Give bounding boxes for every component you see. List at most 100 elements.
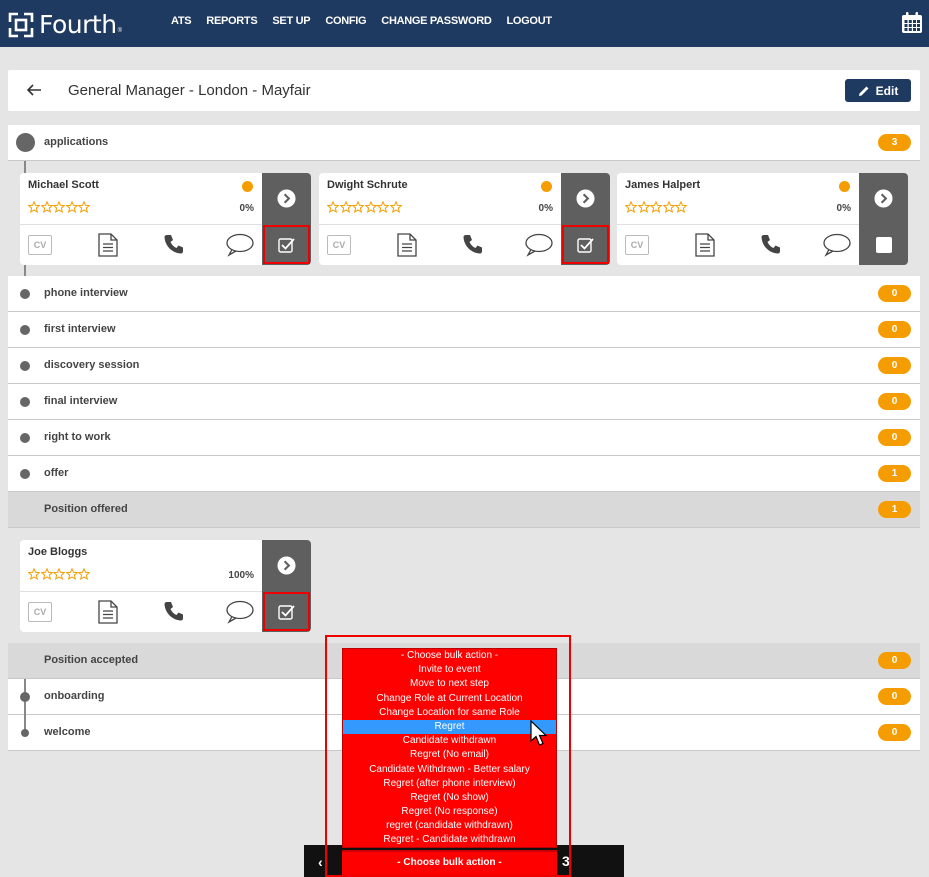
phone-icon[interactable]: [760, 233, 782, 255]
select-checkbox[interactable]: [860, 225, 907, 264]
stage-first-interview[interactable]: first interview 0: [8, 312, 920, 348]
job-header: General Manager - London - Mayfair Edit: [8, 70, 920, 111]
nav-set-up[interactable]: SET UP: [272, 15, 310, 27]
cv-button[interactable]: CV: [28, 235, 52, 255]
star-rating[interactable]: [625, 201, 688, 213]
checkbox-checked-icon: [277, 604, 295, 620]
edit-button-label: Edit: [875, 83, 899, 98]
candidate-card[interactable]: Dwight Schrute 0% CV: [319, 173, 610, 265]
candidate-name: Dwight Schrute: [327, 179, 408, 191]
star-rating[interactable]: [28, 201, 91, 213]
document-icon[interactable]: [97, 233, 119, 257]
bulk-action-option[interactable]: Regret (No show): [343, 791, 556, 805]
candidate-card[interactable]: James Halpert 0% CV: [617, 173, 908, 265]
cv-button[interactable]: CV: [28, 602, 52, 622]
main-menu: ATS REPORTS SET UP CONFIG CHANGE PASSWOR…: [171, 15, 567, 27]
nav-reports[interactable]: REPORTS: [206, 15, 257, 27]
bulk-action-option[interactable]: - Choose bulk action -: [343, 649, 556, 663]
bulk-action-option[interactable]: Regret - Candidate withdrawn: [343, 833, 556, 847]
phone-icon[interactable]: [462, 233, 484, 255]
star-icon: [339, 201, 352, 213]
stage-count-badge: 0: [878, 652, 911, 669]
bulk-action-option[interactable]: Change Location for same Role: [343, 706, 556, 720]
star-icon: [65, 201, 78, 213]
phone-icon[interactable]: [163, 233, 185, 255]
star-icon: [65, 568, 78, 580]
fourth-logo[interactable]: Fourth ®: [8, 10, 122, 39]
select-checkbox[interactable]: [562, 225, 609, 264]
phone-icon[interactable]: [163, 600, 185, 622]
stage-position-offered[interactable]: Position offered 1: [8, 492, 920, 528]
candidate-name: Joe Bloggs: [28, 546, 88, 558]
chevron-right-circle-icon[interactable]: [277, 556, 296, 575]
select-checkbox[interactable]: [263, 225, 310, 264]
bulk-action-option[interactable]: Invite to event: [343, 663, 556, 677]
star-icon: [389, 201, 402, 213]
status-dot: [839, 181, 850, 192]
checkbox-checked-icon: [277, 237, 295, 253]
chat-bubble-icon[interactable]: [225, 233, 255, 257]
chevron-right-circle-icon[interactable]: [277, 189, 296, 208]
stage-discovery-session[interactable]: discovery session 0: [8, 348, 920, 384]
chevron-right-circle-icon[interactable]: [576, 189, 595, 208]
calendar-icon[interactable]: [900, 11, 924, 35]
document-icon[interactable]: [396, 233, 418, 257]
bulk-action-option[interactable]: Candidate withdrawn: [343, 734, 556, 748]
stage-count-badge: 1: [878, 501, 911, 518]
bulk-action-dropdown[interactable]: - Choose bulk action - Invite to event M…: [342, 648, 557, 848]
stage-count-badge: 0: [878, 688, 911, 705]
stage-count-badge: 0: [878, 357, 911, 374]
cv-button[interactable]: CV: [327, 235, 351, 255]
document-icon[interactable]: [694, 233, 716, 257]
star-icon: [364, 201, 377, 213]
status-dot: [242, 181, 253, 192]
nav-change-password[interactable]: CHANGE PASSWORD: [381, 15, 492, 27]
stage-phone-interview[interactable]: phone interview 0: [8, 276, 920, 312]
candidate-card[interactable]: Michael Scott 0% CV: [20, 173, 311, 265]
nav-config[interactable]: CONFIG: [325, 15, 366, 27]
star-icon: [675, 201, 687, 213]
nav-logout[interactable]: LOGOUT: [507, 15, 553, 27]
bulk-action-option-highlighted[interactable]: Regret: [343, 719, 556, 735]
chat-bubble-icon[interactable]: [225, 600, 255, 624]
bulk-bar-left-text: ‹: [318, 854, 323, 870]
candidate-name: Michael Scott: [28, 179, 99, 191]
match-percent: 0%: [538, 203, 553, 214]
stage-applications[interactable]: applications 3: [8, 125, 920, 161]
checkbox-empty-icon: [875, 236, 892, 253]
bulk-action-option[interactable]: Regret (No email): [343, 748, 556, 762]
star-rating[interactable]: [327, 201, 402, 213]
bulk-action-option[interactable]: Candidate Withdrawn - Better salary: [343, 763, 556, 777]
select-checkbox[interactable]: [263, 592, 310, 631]
bulk-action-option[interactable]: Change Role at Current Location: [343, 692, 556, 706]
applications-cards: Michael Scott 0% CV Dwight Schrute 0% CV…: [8, 161, 920, 275]
top-navigation-bar: Fourth ® ATS REPORTS SET UP CONFIG CHANG…: [0, 0, 929, 47]
brand-name: Fourth: [39, 10, 117, 39]
bulk-action-select[interactable]: - Choose bulk action -: [342, 850, 557, 875]
star-icon: [28, 201, 40, 213]
bulk-action-option[interactable]: Regret (after phone interview): [343, 777, 556, 791]
chat-bubble-icon[interactable]: [524, 233, 554, 257]
star-rating[interactable]: [28, 568, 91, 580]
checkbox-checked-icon: [576, 237, 594, 253]
bulk-action-option[interactable]: regret (candidate withdrawn): [343, 819, 556, 833]
edit-button[interactable]: Edit: [845, 79, 911, 102]
chevron-right-circle-icon[interactable]: [874, 189, 893, 208]
cv-button[interactable]: CV: [625, 235, 649, 255]
stage-offer[interactable]: offer 1: [8, 456, 920, 492]
stage-count-badge: 0: [878, 285, 911, 302]
bulk-action-option[interactable]: Move to next step: [343, 677, 556, 691]
stage-count-badge: 1: [878, 465, 911, 482]
mouse-cursor-icon: [530, 720, 548, 746]
match-percent: 100%: [228, 570, 254, 581]
back-arrow-icon[interactable]: [26, 82, 42, 98]
candidate-card[interactable]: Joe Bloggs 100% CV: [20, 540, 311, 632]
chat-bubble-icon[interactable]: [822, 233, 852, 257]
star-icon: [377, 201, 389, 213]
bulk-action-option[interactable]: Regret (No response): [343, 805, 556, 819]
document-icon[interactable]: [97, 600, 119, 624]
nav-ats[interactable]: ATS: [171, 15, 192, 27]
stage-count-badge: 0: [878, 321, 911, 338]
stage-right-to-work[interactable]: right to work 0: [8, 420, 920, 456]
stage-final-interview[interactable]: final interview 0: [8, 384, 920, 420]
